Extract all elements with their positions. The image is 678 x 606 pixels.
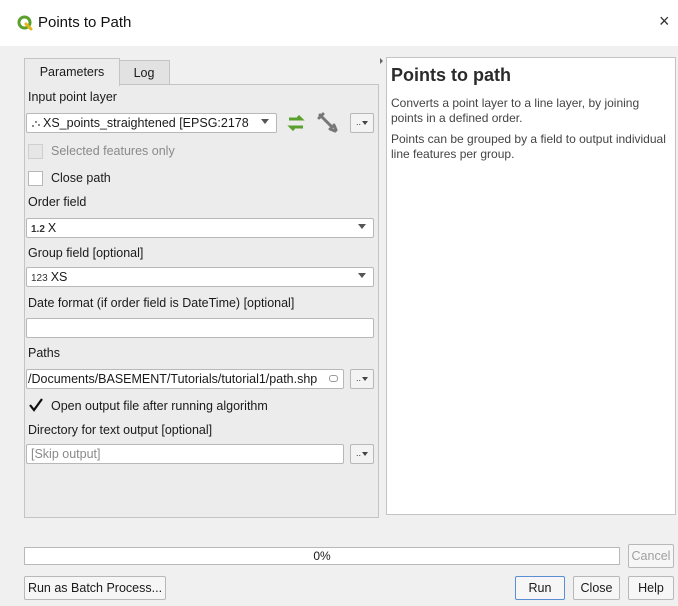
- paths-browse-button[interactable]: ..: [350, 369, 374, 389]
- open-output-label: Open output file after running algorithm: [51, 399, 268, 413]
- run-batch-button[interactable]: Run as Batch Process...: [24, 576, 166, 600]
- group-field-value: XS: [50, 270, 68, 284]
- tab-parameters[interactable]: Parameters: [24, 58, 120, 86]
- selected-features-label: Selected features only: [51, 144, 175, 158]
- progress-text: 0%: [313, 549, 331, 563]
- directory-browse-button[interactable]: ..: [350, 444, 374, 464]
- help-grouping-note: Points can be grouped by a field to outp…: [391, 132, 666, 161]
- close-path-label: Close path: [51, 171, 111, 185]
- directory-output-label: Directory for text output [optional]: [28, 423, 213, 437]
- group-field-label: Group field [optional]: [28, 246, 144, 260]
- decimal-type-icon: 1.2: [31, 224, 45, 235]
- group-field-select[interactable]: 123 XS: [26, 267, 374, 287]
- input-layer-select[interactable]: XS_points_straightened [EPSG:2178: [26, 113, 277, 133]
- order-field-select[interactable]: 1.2 X: [26, 218, 374, 238]
- close-path-checkbox[interactable]: [28, 171, 43, 186]
- date-format-label: Date format (if order field is DateTime)…: [28, 296, 295, 310]
- date-format-input[interactable]: [26, 318, 374, 338]
- run-button[interactable]: Run: [515, 576, 565, 600]
- open-output-checkbox[interactable]: [28, 397, 44, 413]
- progress-bar: 0%: [24, 547, 620, 565]
- directory-output-input[interactable]: [Skip output]: [26, 444, 344, 464]
- point-layer-icon: [32, 120, 40, 127]
- cancel-button[interactable]: Cancel: [628, 544, 674, 568]
- iterate-icon[interactable]: [285, 113, 307, 133]
- input-layer-options-button[interactable]: ..: [350, 113, 374, 133]
- chevron-down-icon: [261, 119, 269, 124]
- title-bar: Points to Path ×: [0, 0, 678, 46]
- order-field-value: X: [47, 221, 57, 235]
- splitter-handle[interactable]: [380, 58, 383, 64]
- order-field-label: Order field: [28, 195, 87, 209]
- tab-log[interactable]: Log: [118, 60, 170, 85]
- directory-output-placeholder: [Skip output]: [31, 447, 101, 461]
- input-layer-value: XS_points_straightened [EPSG:2178: [43, 116, 249, 130]
- selected-features-checkbox: [28, 144, 43, 159]
- chevron-down-icon: [358, 224, 366, 229]
- input-layer-label: Input point layer: [28, 90, 117, 104]
- help-description: Converts a point layer to a line layer, …: [391, 96, 640, 125]
- paths-value: /Documents/BASEMENT/Tutorials/tutorial1/…: [28, 372, 318, 386]
- help-title: Points to path: [391, 65, 511, 85]
- window-title: Points to Path: [38, 14, 132, 31]
- wrench-settings-icon[interactable]: [316, 111, 340, 135]
- paths-input[interactable]: /Documents/BASEMENT/Tutorials/tutorial1/…: [26, 369, 344, 389]
- help-button[interactable]: Help: [628, 576, 674, 600]
- close-button[interactable]: Close: [573, 576, 620, 600]
- integer-type-icon: 123: [31, 273, 48, 284]
- close-window-icon[interactable]: ×: [659, 11, 670, 32]
- help-panel: Points to path Converts a point layer to…: [386, 57, 676, 515]
- qgis-logo-icon: [17, 15, 33, 31]
- paths-label: Paths: [28, 346, 60, 360]
- chevron-down-icon: [358, 273, 366, 278]
- clear-field-icon[interactable]: [329, 375, 338, 382]
